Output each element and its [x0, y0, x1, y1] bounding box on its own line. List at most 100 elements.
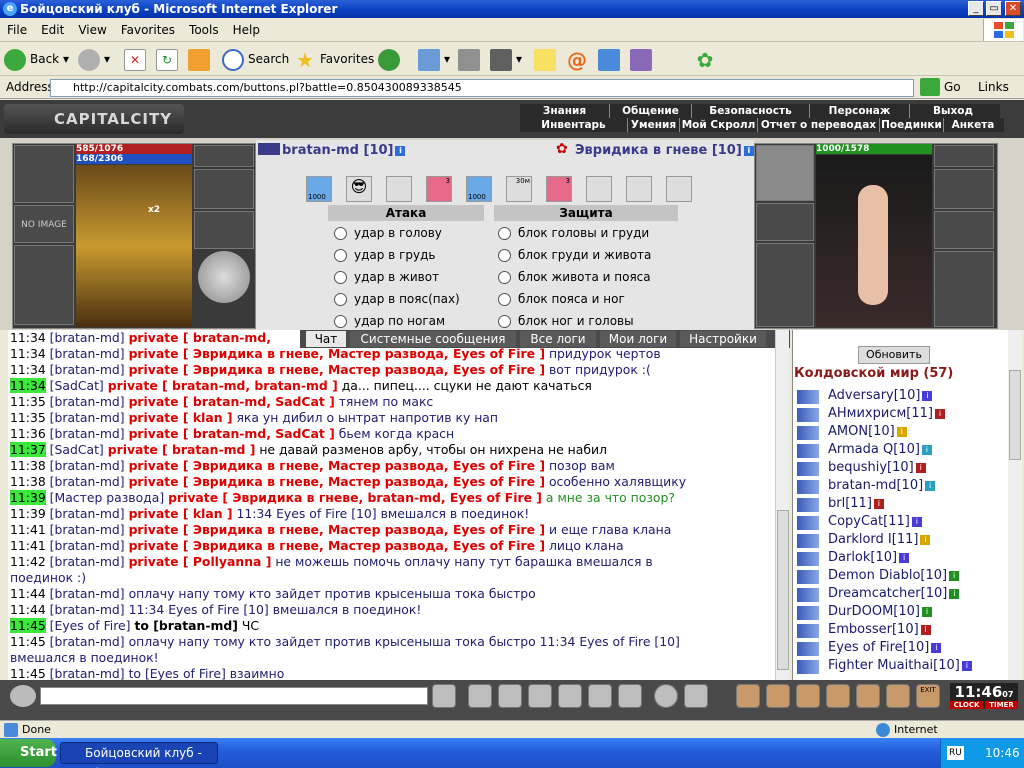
user-status-icon[interactable] — [797, 480, 819, 494]
info-icon[interactable]: i — [743, 145, 754, 156]
user-list-item[interactable]: AMON[10] i — [828, 424, 907, 439]
user-status-icon[interactable] — [797, 516, 819, 530]
message-author[interactable]: [SadCat] — [50, 442, 104, 457]
notes-button[interactable] — [534, 47, 560, 71]
message-author[interactable]: [bratan-md] — [50, 458, 125, 473]
message-time[interactable]: 11:45 — [10, 666, 46, 680]
info-icon[interactable]: i — [395, 145, 406, 156]
defense-radio-head-chest[interactable] — [498, 227, 511, 240]
menu-file[interactable]: File — [0, 18, 34, 42]
user-name[interactable]: Adversary[10] — [828, 388, 920, 403]
helmet-slot[interactable] — [14, 145, 74, 203]
search-button[interactable]: Search — [222, 47, 289, 71]
list-scrollbar[interactable] — [1008, 330, 1022, 680]
user-list-item[interactable]: Demon Diablo[10] i — [828, 568, 960, 583]
message-time[interactable]: 11:41 — [10, 522, 46, 537]
fighter-button[interactable] — [558, 684, 582, 708]
start-button[interactable]: Start — [0, 739, 57, 767]
message-author[interactable]: [bratan-md] — [50, 538, 125, 553]
flag-button[interactable] — [886, 684, 910, 708]
message-time[interactable]: 11:34 — [10, 362, 46, 377]
shield-slot[interactable] — [198, 251, 250, 303]
message-author[interactable]: [bratan-md] — [50, 410, 125, 425]
message-time[interactable]: 11:41 — [10, 538, 46, 553]
mail-button[interactable]: ▾ — [418, 47, 450, 71]
user-status-icon[interactable] — [797, 624, 819, 638]
effect-slot[interactable]: 1000 — [466, 176, 492, 202]
tools-button[interactable] — [796, 684, 820, 708]
user-info-icon[interactable]: i — [961, 660, 972, 671]
message-time[interactable]: 11:45 — [10, 634, 46, 649]
user-info-icon[interactable]: i — [921, 444, 932, 455]
private-recipients[interactable]: private [ Pollyanna ] — [129, 554, 272, 569]
user-name[interactable]: DurDOOM[10] — [828, 604, 920, 619]
message-author[interactable]: [bratan-md] — [50, 602, 125, 617]
message-time[interactable]: 11:35 — [10, 410, 46, 425]
message-time[interactable]: 11:42 — [10, 554, 46, 569]
exit-button[interactable]: EXIT — [916, 684, 940, 708]
message-author[interactable]: [bratan-md] — [50, 474, 125, 489]
enemy-name[interactable]: Эвридика в гневе [10] i — [575, 143, 754, 158]
enemy-gloves-slot[interactable] — [934, 211, 994, 249]
tab-all-logs[interactable]: Все логи — [520, 331, 596, 347]
message-author[interactable]: [bratan-md] — [50, 554, 125, 569]
nav-security[interactable]: Безопасность — [692, 104, 810, 118]
history-button[interactable] — [378, 47, 404, 71]
user-list-item[interactable]: Armada Q[10] i — [828, 442, 932, 457]
enemy-offhand-slot[interactable] — [934, 251, 994, 327]
no-image-slot[interactable]: NO IMAGE — [14, 205, 74, 243]
tab-settings[interactable]: Настройки — [680, 331, 766, 347]
sunglasses-icon[interactable]: 😎 — [346, 176, 372, 202]
message-author[interactable]: [bratan-md] — [50, 522, 125, 537]
email-button[interactable]: @ — [566, 47, 592, 71]
private-recipients[interactable]: private [ bratan-md, bratan-md ] — [108, 378, 338, 393]
user-name[interactable]: Embosser[10] — [828, 622, 919, 637]
private-recipients[interactable]: private [ Эвридика в гневе, Мастер разво… — [129, 346, 545, 361]
mask-icon[interactable]: 30м — [506, 176, 532, 202]
private-recipients[interactable]: private [ bratan-md ] — [108, 442, 256, 457]
effect-slot[interactable]: 1000 — [306, 176, 332, 202]
print-button[interactable] — [458, 47, 484, 71]
amulet-slot[interactable] — [194, 145, 254, 167]
stop-button[interactable]: ✕ — [124, 47, 150, 71]
user-name[interactable]: AMON[10] — [828, 424, 895, 439]
user-info-icon[interactable]: i — [949, 588, 960, 599]
rings-slot[interactable] — [194, 169, 254, 209]
user-info-icon[interactable]: i — [925, 480, 936, 491]
user-status-icon[interactable] — [797, 444, 819, 458]
private-recipients[interactable]: private [ Эвридика в гневе, Мастер разво… — [129, 522, 545, 537]
heart-icon[interactable]: 3 — [426, 176, 452, 202]
user-name[interactable]: Fighter Muaithai[10] — [828, 658, 960, 673]
private-recipients[interactable]: private [ klan ] — [129, 506, 233, 521]
bag-button[interactable] — [736, 684, 760, 708]
user-list-item[interactable]: bequshiy[10] i — [828, 460, 926, 475]
effect-slot[interactable] — [386, 176, 412, 202]
scroll-thumb[interactable] — [1009, 370, 1021, 460]
nav-profile[interactable]: Анкета — [944, 118, 1002, 132]
private-recipients[interactable]: private [ Эвридика в гневе, Мастер разво… — [129, 362, 545, 377]
private-recipients[interactable]: private [ Эвридика в гневе, Мастер разво… — [129, 474, 545, 489]
message-author[interactable]: [bratan-md] — [50, 634, 125, 649]
user-list-item[interactable]: Darlok[10] i — [828, 550, 910, 565]
private-recipients[interactable]: private [ Эвридика в гневе, Мастер разво… — [129, 538, 545, 553]
tab-my-logs[interactable]: Мои логи — [600, 331, 676, 347]
user-info-icon[interactable]: i — [915, 462, 926, 473]
user-info-icon[interactable]: i — [921, 606, 932, 617]
filter-button[interactable] — [498, 684, 522, 708]
scroll-button[interactable] — [766, 684, 790, 708]
effect-slot[interactable] — [666, 176, 692, 202]
user-name[interactable]: Armada Q[10] — [828, 442, 920, 457]
user-info-icon[interactable]: i — [949, 570, 960, 581]
nav-communication[interactable]: Общение — [610, 104, 692, 118]
message-time[interactable]: 11:36 — [10, 426, 46, 441]
user-list-item[interactable]: Darklord I[11] i — [828, 532, 931, 547]
message-time[interactable]: 11:35 — [10, 394, 46, 409]
private-recipients[interactable]: private [ bratan-md, — [129, 330, 271, 345]
enemy-rings-slot[interactable] — [934, 169, 994, 209]
attack-radio-head[interactable] — [334, 227, 347, 240]
user-info-icon[interactable]: i — [920, 534, 931, 545]
message-time[interactable]: 11:34 — [10, 330, 46, 345]
user-name[interactable]: Demon Diablo[10] — [828, 568, 947, 583]
user-list-item[interactable]: bratan-md[10] i — [828, 478, 936, 493]
user-status-icon[interactable] — [797, 570, 819, 584]
